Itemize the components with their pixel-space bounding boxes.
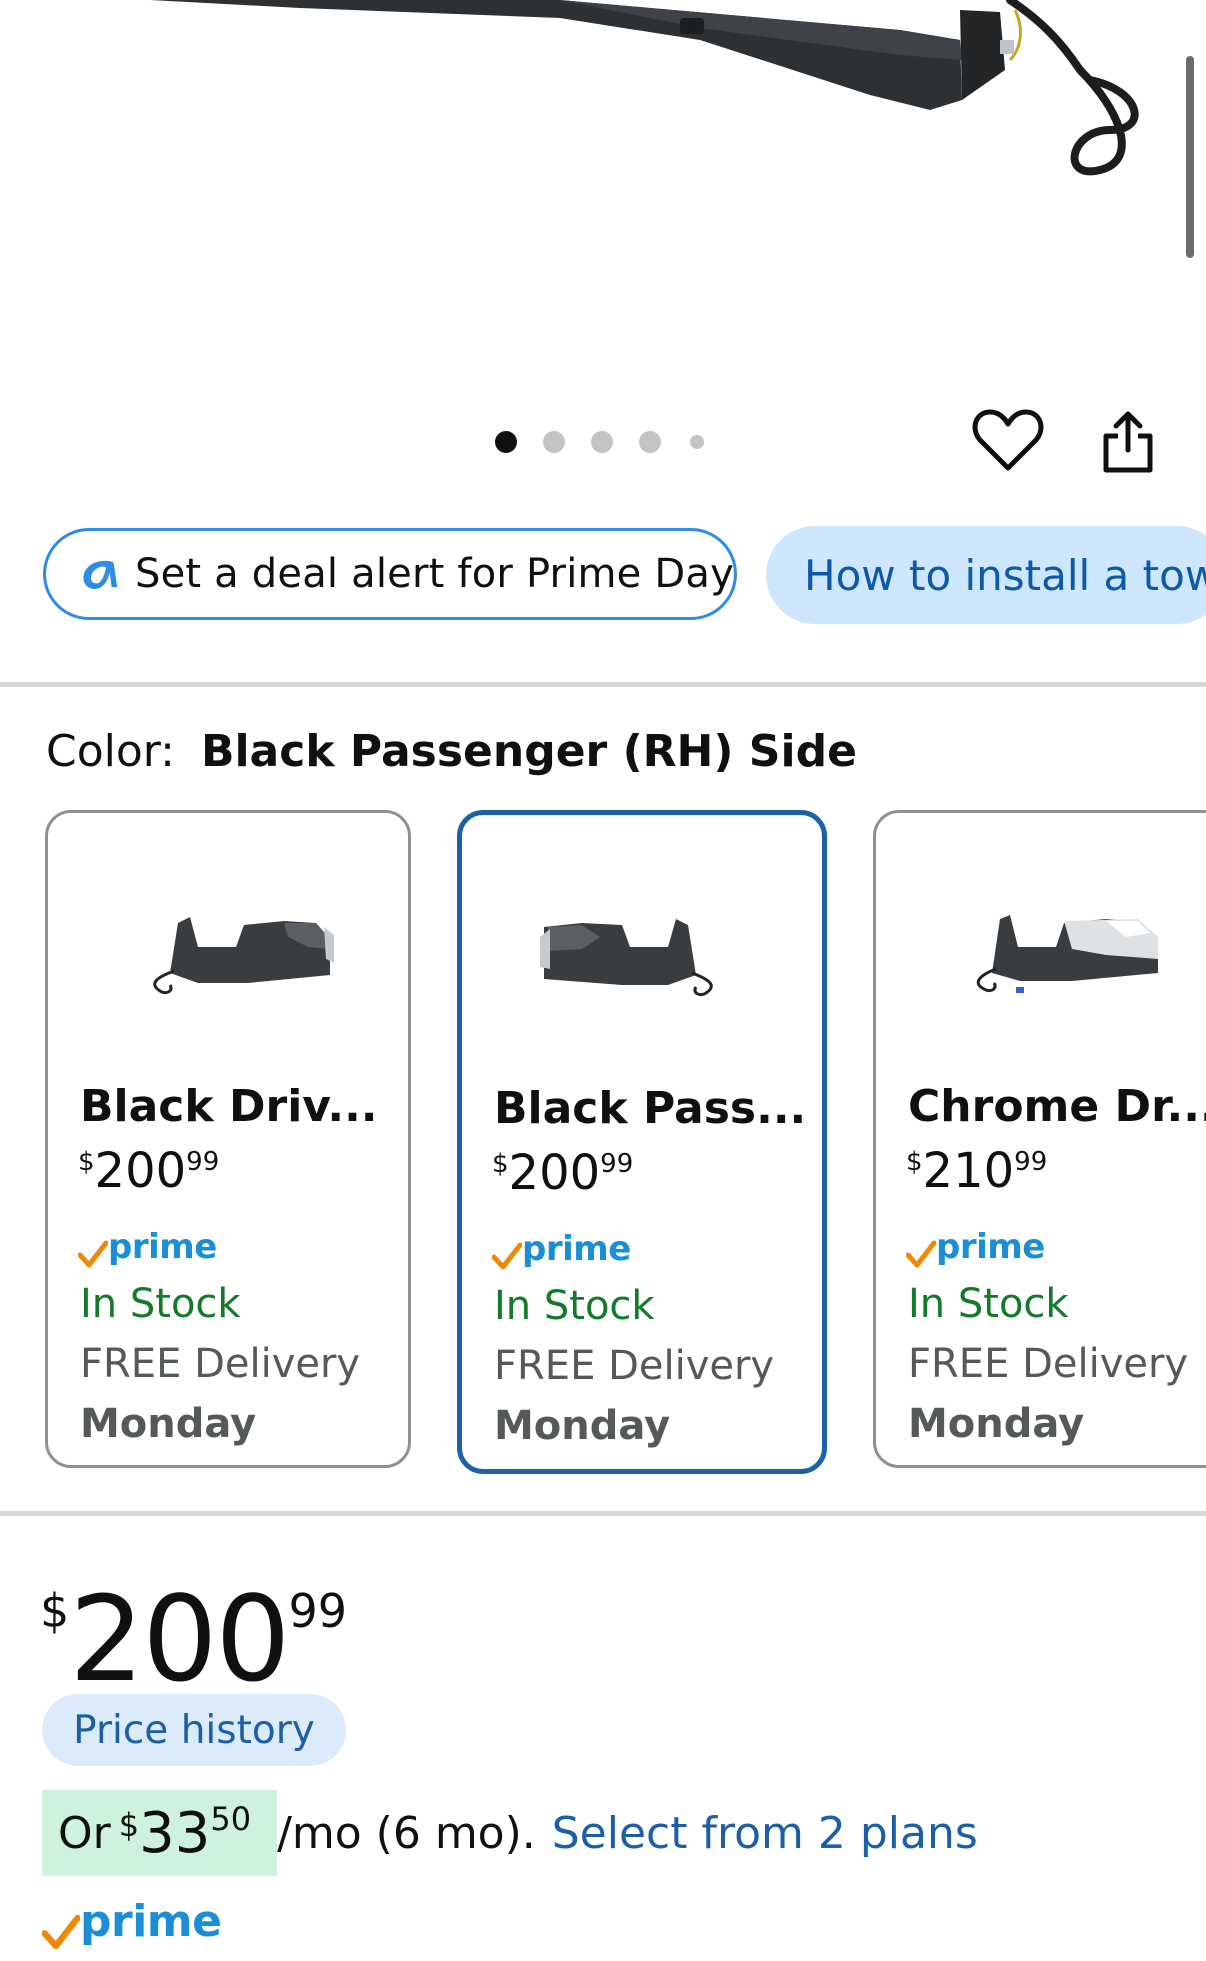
option-price: $20099 (78, 1143, 220, 1199)
color-selection-label: Color: Black Passenger (RH) Side (46, 726, 857, 777)
option-thumbnail (462, 885, 822, 1025)
delivery-day: Monday (494, 1403, 671, 1449)
price-history-label: Price history (73, 1707, 315, 1753)
installment-price-box: Or $33 50 (42, 1790, 278, 1876)
color-option-card-selected[interactable]: Black Pass... $20099 prime In Stock FREE… (457, 810, 827, 1474)
prime-badge: prime (41, 1896, 222, 1951)
prime-check-icon (491, 1242, 523, 1269)
delivery-text: FREE Delivery (908, 1341, 1189, 1387)
mirror-image (150, 0, 1139, 176)
share-button[interactable] (1100, 410, 1156, 474)
install-guide-label: How to install a tow (804, 550, 1206, 600)
heart-icon (972, 409, 1044, 471)
share-icon (1103, 411, 1153, 473)
option-price: $21099 (906, 1143, 1048, 1199)
scrollbar[interactable] (1186, 56, 1194, 258)
prime-check-icon (41, 1914, 81, 1949)
stock-status: In Stock (908, 1281, 1069, 1327)
price-history-button[interactable]: Price history (42, 1694, 346, 1766)
prime-check-icon (77, 1240, 109, 1267)
delivery-text: FREE Delivery (494, 1343, 775, 1389)
favorite-button[interactable] (972, 408, 1044, 474)
prime-check-icon (905, 1240, 937, 1267)
prime-badge: prime (905, 1227, 1045, 1269)
carousel-dot[interactable] (591, 431, 613, 453)
select-plans-link[interactable]: Select from 2 plans (552, 1808, 978, 1859)
carousel-dot[interactable] (639, 431, 661, 453)
main-price: $20099 (40, 1570, 348, 1708)
image-carousel-dots[interactable] (490, 430, 710, 454)
divider (0, 1511, 1206, 1516)
color-option-card[interactable]: Black Driv... $20099 prime In Stock FREE… (45, 810, 411, 1468)
option-thumbnail (48, 883, 408, 1023)
product-image[interactable] (0, 0, 1206, 390)
carousel-dot-active[interactable] (495, 431, 517, 453)
color-option-card[interactable]: Chrome Dr... $21099 prime In Stock FREE … (873, 810, 1206, 1468)
carousel-dot[interactable] (690, 435, 704, 449)
installment-term: /mo (6 mo). (277, 1807, 536, 1859)
deal-alert-label: Set a deal alert for Prime Day (134, 551, 734, 597)
install-guide-button[interactable]: How to install a tow (766, 526, 1206, 624)
color-value: Black Passenger (RH) Side (200, 726, 857, 777)
installment-row: Or $33 50 /mo (6 mo). Select from 2 plans (42, 1790, 978, 1876)
delivery-day: Monday (80, 1401, 257, 1447)
stock-status: In Stock (80, 1281, 241, 1327)
delivery-text: FREE Delivery (80, 1341, 361, 1387)
option-name: Black Driv... (80, 1081, 378, 1132)
stock-status: In Stock (494, 1283, 655, 1329)
alexa-icon (83, 560, 118, 589)
option-name: Black Pass... (494, 1083, 807, 1134)
option-thumbnail (876, 883, 1206, 1023)
option-name: Chrome Dr... (908, 1081, 1206, 1132)
delivery-day: Monday (908, 1401, 1085, 1447)
divider (0, 682, 1206, 687)
prime-badge: prime (491, 1229, 631, 1271)
option-price: $20099 (492, 1145, 634, 1201)
carousel-dot[interactable] (543, 431, 565, 453)
color-label: Color: (46, 726, 175, 777)
prime-badge: prime (77, 1227, 217, 1269)
deal-alert-button[interactable]: Set a deal alert for Prime Day (43, 528, 737, 620)
